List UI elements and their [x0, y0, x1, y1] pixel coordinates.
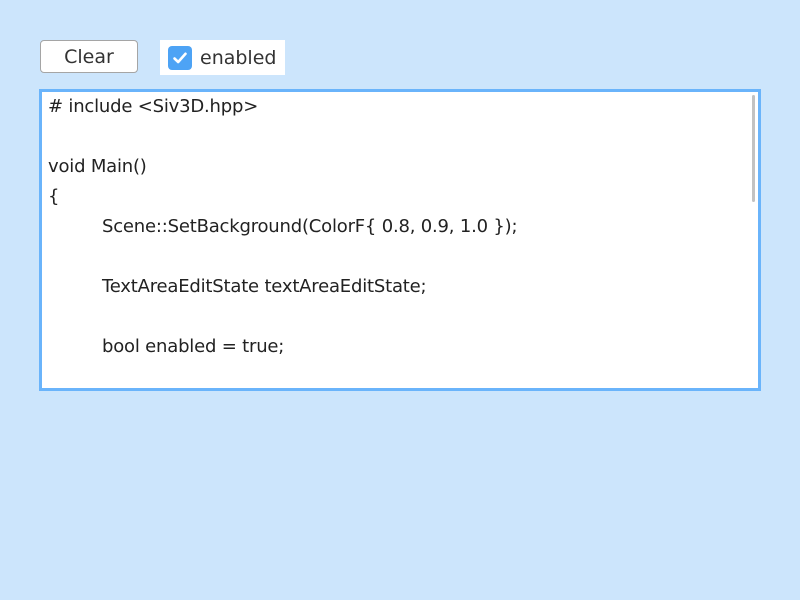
enabled-label: enabled [200, 46, 277, 69]
code-line: void Main() [48, 156, 147, 177]
code-lines: # include <Siv3D.hpp> void Main() { Scen… [48, 92, 746, 362]
code-line: Scene::SetBackground(ColorF{ 0.8, 0.9, 1… [102, 216, 518, 237]
code-line: # include <Siv3D.hpp> [48, 96, 259, 117]
checkmark-icon[interactable] [168, 45, 192, 70]
clear-button[interactable]: Clear [40, 40, 138, 73]
code-line: bool enabled = true; [102, 336, 285, 357]
code-line: TextAreaEditState textAreaEditState; [102, 276, 427, 297]
code-line: { [48, 186, 60, 207]
enabled-checkbox[interactable]: enabled [160, 40, 285, 75]
vertical-scrollbar[interactable] [752, 95, 755, 202]
code-text-area[interactable]: # include <Siv3D.hpp> void Main() { Scen… [39, 89, 761, 391]
